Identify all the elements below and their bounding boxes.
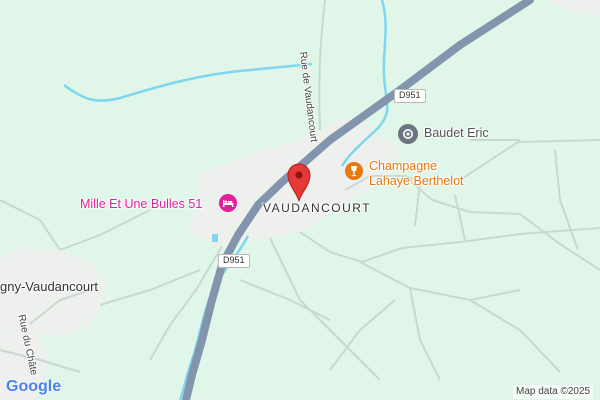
pin-icon[interactable] [398,124,418,144]
water-pond [212,234,218,242]
map-attribution[interactable]: Map data ©2025 [513,385,594,399]
built-area-topright [548,0,600,16]
poi-label-champagne-line1[interactable]: Champagne [369,160,437,173]
map-canvas[interactable]: D951 D951 Rue de Vaudancourt Rue du Chât… [0,0,600,400]
road-shield-d951-lower: D951 [218,254,250,268]
poi-label-champagne-line2[interactable]: Lahaye Berthelot [369,175,464,188]
poi-label-baudet-eric[interactable]: Baudet Eric [424,127,489,140]
google-logo-text: Google [6,378,62,395]
poi-label-mille-et-une-bulles[interactable]: Mille Et Une Bulles 51 [80,198,202,211]
place-label-vaudancourt: VAUDANCOURT [263,201,372,215]
google-logo[interactable]: Google [6,379,61,395]
map-pin-icon[interactable] [285,162,313,202]
road-shield-d951-upper: D951 [394,89,426,103]
wine-glass-icon[interactable] [345,162,363,180]
bed-icon[interactable] [219,194,237,212]
place-label-town: gny-Vaudancourt [0,279,99,294]
